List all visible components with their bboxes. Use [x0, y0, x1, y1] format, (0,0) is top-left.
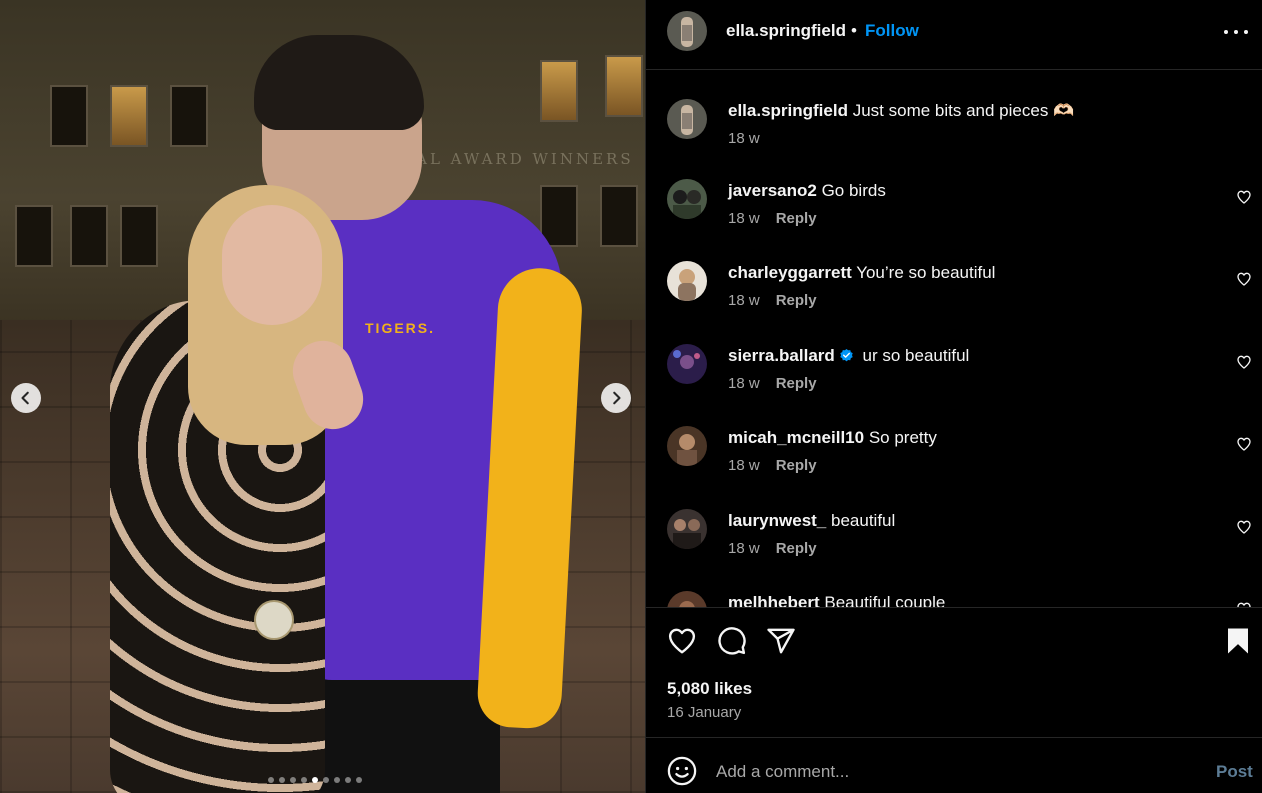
- comment-username[interactable]: melhhebert: [728, 593, 820, 607]
- comment-item: micah_mcneill10 So pretty 18 w Reply: [667, 426, 1251, 486]
- comment-time: 18 w: [728, 540, 760, 557]
- comment-text: ur so beautiful: [862, 346, 970, 365]
- post-actions: 5,080 likes 16 January: [646, 607, 1262, 737]
- caption-username[interactable]: ella.springfield: [728, 101, 848, 120]
- carousel-indicator: [268, 777, 362, 783]
- comment-input[interactable]: [716, 758, 1176, 786]
- caption: ella.springfield Just some bits and piec…: [667, 99, 1247, 159]
- carousel-dot: [345, 777, 351, 783]
- comment-composer: Post: [646, 737, 1262, 793]
- caption-time: 18 w: [728, 130, 760, 147]
- reply-button[interactable]: Reply: [776, 540, 817, 557]
- comment-item: javersano2 Go birds 18 w Reply: [667, 179, 1251, 239]
- post-detail-panel: ella.springfield • Follow ella.springfie…: [645, 0, 1262, 793]
- comment-item: charleyggarrett You’re so beautiful 18 w…: [667, 261, 1251, 321]
- man-pants: [300, 670, 500, 793]
- commenter-avatar[interactable]: [667, 426, 707, 466]
- comment-item: melhhebert Beautiful couple: [667, 591, 1251, 607]
- post-date: 16 January: [667, 704, 742, 721]
- reply-button[interactable]: Reply: [776, 457, 817, 474]
- comment-item: laurynwest_ beautiful 18 w Reply: [667, 509, 1251, 569]
- post-media[interactable]: NAL AWARD WINNERS TIGERS.: [0, 0, 645, 793]
- comment-text: Beautiful couple: [824, 593, 946, 607]
- carousel-dot: [312, 777, 318, 783]
- building-window: [600, 185, 638, 247]
- comment-time: 18 w: [728, 210, 760, 227]
- share-icon[interactable]: [766, 626, 796, 656]
- comment-time: 18 w: [728, 375, 760, 392]
- carousel-next-button[interactable]: [601, 383, 631, 413]
- comment-username[interactable]: laurynwest_: [728, 511, 826, 530]
- comment-text: So pretty: [868, 428, 937, 447]
- commenter-avatar[interactable]: [667, 261, 707, 301]
- comment-text: You’re so beautiful: [856, 263, 996, 282]
- verified-badge-icon: [840, 348, 853, 362]
- commenter-avatar[interactable]: [667, 179, 707, 219]
- caption-text: Just some bits and pieces 🫶🏻: [852, 101, 1075, 120]
- header-separator: •: [851, 21, 857, 40]
- carousel-dot: [290, 777, 296, 783]
- reply-button[interactable]: Reply: [776, 375, 817, 392]
- comment-text: beautiful: [831, 511, 896, 530]
- building-window: [50, 85, 88, 147]
- bookmark-icon[interactable]: [1223, 626, 1253, 656]
- heart-icon[interactable]: [1236, 436, 1252, 452]
- comment-username[interactable]: micah_mcneill10: [728, 428, 864, 447]
- comment-username[interactable]: charleyggarrett: [728, 263, 852, 282]
- comments-list[interactable]: ella.springfield Just some bits and piec…: [646, 71, 1262, 607]
- author-avatar[interactable]: [667, 11, 707, 51]
- carousel-prev-button[interactable]: [11, 383, 41, 413]
- post-comment-button[interactable]: Post: [1216, 762, 1253, 782]
- reply-button[interactable]: Reply: [776, 210, 817, 227]
- comment-time: 18 w: [728, 457, 760, 474]
- carousel-dot: [268, 777, 274, 783]
- comment-item: sierra.ballard ur so beautiful 18 w Reply: [667, 344, 1251, 404]
- author-username[interactable]: ella.springfield: [726, 21, 846, 41]
- heart-icon[interactable]: [1236, 271, 1252, 287]
- heart-icon[interactable]: [667, 626, 697, 656]
- carousel-dot: [356, 777, 362, 783]
- reply-button[interactable]: Reply: [776, 292, 817, 309]
- heart-icon[interactable]: [1236, 189, 1252, 205]
- comment-icon[interactable]: [717, 626, 747, 656]
- post-header: ella.springfield • Follow: [646, 0, 1262, 70]
- comment-time: 18 w: [728, 292, 760, 309]
- chevron-right-icon: [613, 391, 621, 405]
- comment-username[interactable]: sierra.ballard: [728, 346, 835, 365]
- building-window: [70, 205, 108, 267]
- woman-face: [222, 205, 322, 325]
- commenter-avatar[interactable]: [667, 509, 707, 549]
- heart-icon[interactable]: [1236, 354, 1252, 370]
- author-avatar[interactable]: [667, 99, 707, 139]
- emoji-icon[interactable]: [667, 756, 697, 786]
- carousel-dot: [323, 777, 329, 783]
- chevron-left-icon: [21, 391, 29, 405]
- comment-text: Go birds: [821, 181, 886, 200]
- building-window: [540, 60, 578, 122]
- commenter-avatar[interactable]: [667, 344, 707, 384]
- hoodie-logo-text: TIGERS.: [365, 320, 436, 336]
- more-options-icon[interactable]: [1224, 26, 1248, 38]
- dress-pin: [254, 600, 294, 640]
- likes-count[interactable]: 5,080 likes: [667, 679, 752, 699]
- building-window: [110, 85, 148, 147]
- building-banner-text: NAL AWARD WINNERS: [400, 150, 634, 168]
- carousel-dot: [334, 777, 340, 783]
- building-window: [15, 205, 53, 267]
- building-window: [170, 85, 208, 147]
- heart-icon[interactable]: [1236, 519, 1252, 535]
- comment-username[interactable]: javersano2: [728, 181, 817, 200]
- follow-button[interactable]: Follow: [865, 21, 919, 41]
- carousel-dot: [279, 777, 285, 783]
- commenter-avatar[interactable]: [667, 591, 707, 607]
- building-window: [120, 205, 158, 267]
- building-window: [605, 55, 643, 117]
- carousel-dot: [301, 777, 307, 783]
